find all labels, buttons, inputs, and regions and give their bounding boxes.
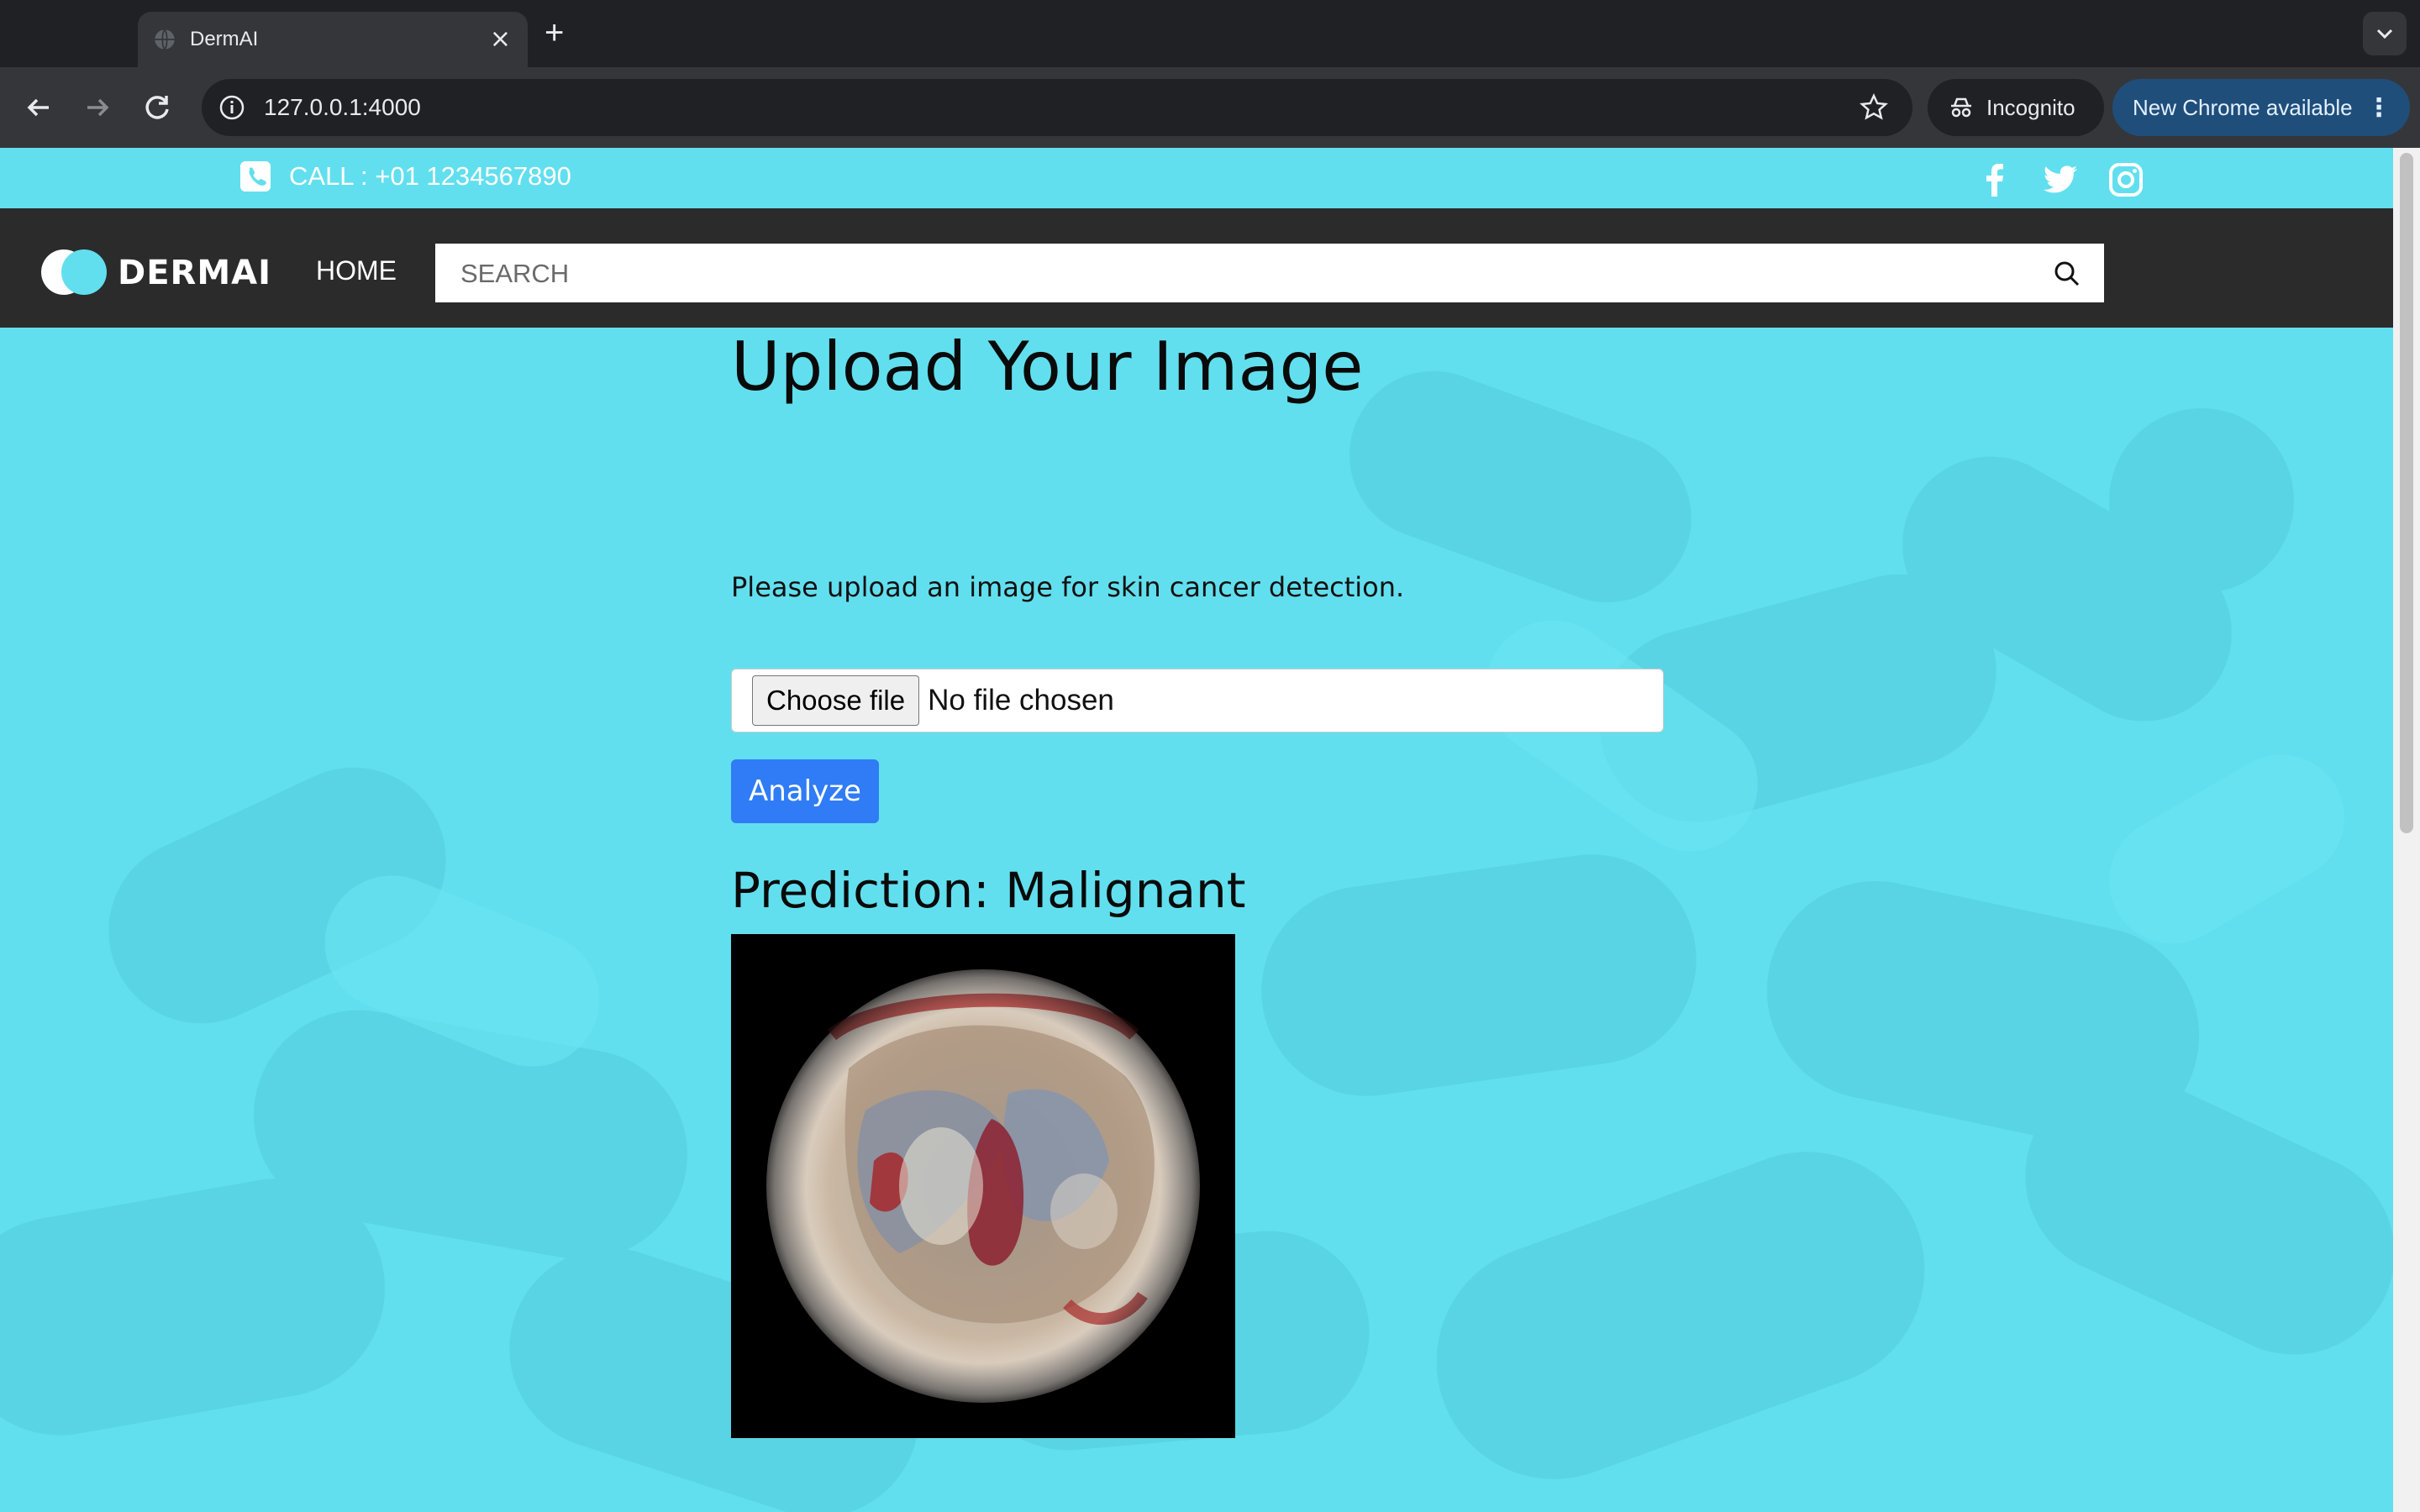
search-box [435, 244, 2104, 304]
tab-search-button[interactable] [2363, 12, 2407, 55]
update-chrome-button[interactable]: New Chrome available ⋮ [2112, 79, 2410, 136]
new-tab-icon[interactable]: + [544, 13, 564, 52]
chevron-down-icon [2376, 29, 2393, 39]
browser-tab[interactable]: DermAI × [138, 12, 528, 67]
phone-icon [240, 161, 271, 192]
page-viewport: CALL : +01 1234567890 DERMAI HOME SEARCH… [0, 148, 2393, 1512]
tab-title: DermAI [190, 28, 259, 50]
instagram-icon[interactable] [2106, 160, 2146, 200]
site-info-icon[interactable] [217, 92, 247, 123]
more-menu-icon[interactable]: ⋮ [2366, 93, 2391, 123]
scrollbar-thumb[interactable] [2400, 153, 2413, 833]
dermai-logo-icon [41, 249, 107, 295]
brand-name[interactable]: DERMAI [118, 254, 271, 292]
contact-bar: CALL : +01 1234567890 [0, 148, 2393, 208]
facebook-icon[interactable] [1975, 160, 2015, 200]
file-input[interactable]: Choose file No file chosen [731, 669, 1664, 732]
search-input[interactable] [435, 244, 2042, 304]
incognito-icon [1951, 97, 1971, 118]
page-title: Upload Your Image [731, 328, 1364, 406]
update-label: New Chrome available [2133, 94, 2353, 120]
bookmark-star-icon[interactable] [1859, 92, 1889, 123]
incognito-label: Incognito [1986, 94, 2075, 120]
twitter-icon[interactable] [2040, 160, 2081, 200]
address-bar[interactable]: 127.0.0.1:4000 [202, 79, 1912, 136]
page-scrollbar[interactable] [2393, 148, 2420, 1512]
back-icon[interactable] [18, 87, 59, 128]
forward-icon[interactable] [77, 87, 118, 128]
analyze-button[interactable]: Analyze [731, 759, 879, 823]
incognito-chip[interactable]: Incognito [1928, 79, 2104, 136]
prediction-result: Prediction: Malignant [731, 862, 1246, 919]
nav-home-link[interactable]: HOME [316, 255, 397, 286]
upload-instructions: Please upload an image for skin cancer d… [731, 571, 1405, 603]
globe-icon [155, 29, 175, 50]
url-text: 127.0.0.1:4000 [264, 94, 421, 120]
close-tab-icon[interactable]: × [490, 27, 511, 52]
call-text: CALL : +01 1234567890 [289, 161, 571, 191]
lesion-image [731, 934, 1235, 1438]
search-icon[interactable] [2052, 259, 2082, 289]
reload-icon[interactable] [138, 87, 178, 128]
browser-tabstrip: DermAI × + [0, 0, 2420, 67]
file-status-text: No file chosen [928, 684, 1114, 717]
browser-toolbar: 127.0.0.1:4000 Incognito New Chrome avai… [0, 67, 2420, 148]
choose-file-button[interactable]: Choose file [752, 675, 920, 726]
main-navbar: DERMAI HOME [0, 208, 2393, 328]
